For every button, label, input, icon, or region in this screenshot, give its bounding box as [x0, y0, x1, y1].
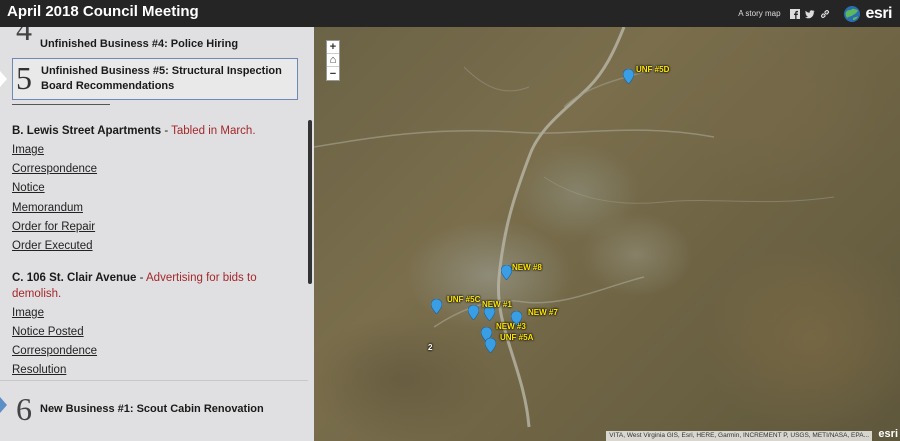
map-pin-icon[interactable] — [501, 265, 512, 280]
map-pin-icon[interactable] — [431, 299, 442, 314]
item-status-line2: demolish. — [12, 288, 62, 300]
twitter-icon[interactable] — [804, 9, 815, 19]
section-title: New Business #1: Scout Cabin Renovation — [40, 403, 264, 415]
panel-scrollbar[interactable] — [308, 120, 312, 284]
esri-globe-icon — [843, 5, 860, 22]
item-separator: - — [161, 125, 172, 137]
map-attribution: VITA, West Virginia GIS, Esri, HERE, Gar… — [606, 431, 872, 441]
current-section-pointer — [0, 71, 7, 87]
section-next[interactable]: 6 New Business #1: Scout Cabin Renovatio… — [0, 380, 308, 441]
header-actions: A story map esri — [738, 2, 893, 25]
section-number: 5 — [16, 60, 32, 96]
item-heading: C. 106 St. Clair Avenue - Advertising fo… — [12, 272, 257, 284]
link-notice-posted[interactable]: Notice Posted — [12, 326, 84, 338]
divider — [12, 104, 110, 105]
link-image[interactable]: Image — [12, 307, 44, 319]
map-pin-icon[interactable] — [623, 69, 634, 84]
map-pin-icon[interactable] — [468, 305, 479, 320]
zoom-out-button[interactable]: − — [327, 67, 339, 80]
marker-label[interactable]: NEW #7 — [528, 308, 558, 317]
item-title: C. 106 St. Clair Avenue — [12, 272, 137, 284]
esri-logo: esri — [865, 4, 893, 22]
section-number: 6 — [16, 391, 32, 427]
link-correspondence[interactable]: Correspondence — [12, 345, 97, 357]
link-order-for-repair[interactable]: Order for Repair — [12, 221, 95, 233]
zoom-in-button[interactable]: + — [327, 41, 339, 54]
marker-label[interactable]: UNF #5D — [636, 65, 669, 74]
story-map-label: A story map — [738, 9, 781, 18]
cluster-count[interactable]: 2 — [428, 343, 432, 352]
item-heading: B. Lewis Street Apartments - Tabled in M… — [12, 125, 256, 137]
marker-label[interactable]: NEW #3 — [496, 322, 526, 331]
map-pin-icon[interactable] — [485, 338, 496, 353]
item-status-continued: demolish. — [12, 288, 61, 300]
link-notice[interactable]: Notice — [12, 182, 45, 194]
item-status: Advertising for bids to — [146, 272, 257, 284]
marker-label[interactable]: UNF #5A — [500, 333, 533, 342]
section-current[interactable]: 5 Unfinished Business #5: Structural Ins… — [12, 58, 298, 100]
link-memorandum[interactable]: Memorandum — [12, 202, 83, 214]
link-icon[interactable] — [820, 9, 830, 19]
section-title-line2: Board Recommendations — [41, 80, 175, 92]
app-title: April 2018 Council Meeting — [7, 3, 199, 20]
satellite-imagery — [314, 27, 835, 428]
map-view[interactable]: + ⌂ − UNF #5D NEW #8 UNF #5C NEW #1 NEW … — [314, 27, 900, 441]
facebook-icon[interactable] — [789, 8, 800, 19]
item-status: Tabled in March. — [171, 125, 256, 137]
link-image[interactable]: Image — [12, 144, 44, 156]
next-section-pointer — [0, 397, 7, 413]
link-order-executed[interactable]: Order Executed — [12, 240, 93, 252]
section-title-line1: Unfinished Business #5: Structural Inspe… — [41, 65, 282, 77]
link-correspondence[interactable]: Correspondence — [12, 163, 97, 175]
item-title: B. Lewis Street Apartments — [12, 125, 162, 137]
story-panel: 4 Unfinished Business #4: Police Hiring … — [0, 27, 314, 441]
map-zoom-control: + ⌂ − — [326, 40, 340, 81]
section-title: Unfinished Business #4: Police Hiring — [40, 38, 239, 50]
powered-by-esri-logo: esri — [878, 428, 898, 440]
section-prev[interactable]: 4 Unfinished Business #4: Police Hiring — [0, 27, 308, 50]
marker-label[interactable]: UNF #5C — [447, 295, 480, 304]
marker-label[interactable]: NEW #1 — [482, 300, 512, 309]
top-bar: April 2018 Council Meeting A story map e… — [0, 0, 900, 27]
link-resolution[interactable]: Resolution — [12, 364, 66, 376]
home-button[interactable]: ⌂ — [327, 54, 339, 67]
item-separator: - — [136, 272, 147, 284]
marker-label[interactable]: NEW #8 — [512, 263, 542, 272]
section-number: 4 — [16, 27, 32, 47]
